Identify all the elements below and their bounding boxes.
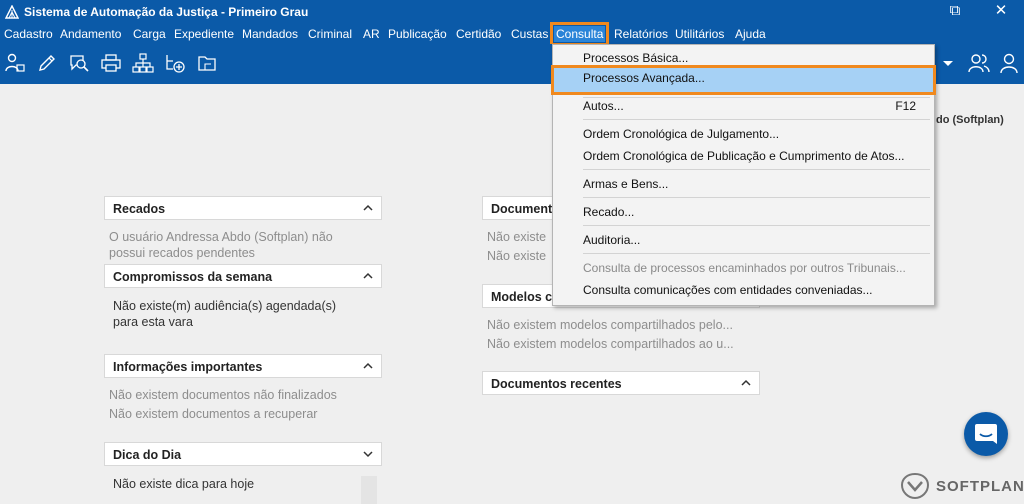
hierarchy-icon[interactable]: [132, 52, 154, 74]
folder-icon[interactable]: [196, 52, 218, 74]
dica-panel-header[interactable]: Dica do Dia: [104, 442, 382, 466]
compromissos-panel-header[interactable]: Compromissos da semana: [104, 264, 382, 288]
search-chat-icon[interactable]: [68, 52, 90, 74]
panel-title: Recados: [113, 202, 166, 216]
menu-separator: [583, 119, 930, 120]
softplan-logo-icon: [900, 472, 930, 500]
shortcut-label: F12: [895, 99, 916, 113]
user-icon[interactable]: [998, 52, 1020, 74]
menu-certidao[interactable]: Certidão: [456, 26, 501, 42]
menu-consulta[interactable]: Consulta: [549, 22, 610, 46]
recados-panel-header[interactable]: Recados: [104, 196, 382, 220]
chevron-up-icon[interactable]: [361, 359, 375, 373]
menu-item-autos[interactable]: Autos...: [583, 99, 624, 113]
menu-item-ordem-publicacao[interactable]: Ordem Cronológica de Publicação e Cumpri…: [583, 149, 905, 163]
dica-text: Não existe dica para hoje: [113, 477, 255, 491]
modelos-text: Não existem modelos compartilhados ao u.…: [487, 337, 734, 351]
menu-item-consulta-tribunais: Consulta de processos encaminhados por o…: [583, 261, 906, 275]
menu-ajuda[interactable]: Ajuda: [735, 26, 766, 42]
close-button[interactable]: ✕: [978, 0, 1024, 24]
softplan-brand: SOFTPLAN: [900, 472, 1024, 500]
menu-relatorios[interactable]: Relatórios: [614, 26, 668, 42]
menu-separator: [583, 225, 930, 226]
menu-separator: [583, 97, 930, 98]
menu-item-auditoria[interactable]: Auditoria...: [583, 233, 640, 247]
menu-ar[interactable]: AR: [363, 26, 380, 42]
menu-item-processos-basica[interactable]: Processos Básica...: [583, 51, 688, 65]
user-key-icon[interactable]: [4, 52, 26, 74]
title-bar: Sistema de Automação da Justiça - Primei…: [0, 0, 1024, 24]
chat-button[interactable]: [964, 412, 1008, 456]
menu-carga[interactable]: Carga: [133, 26, 166, 42]
menu-andamento[interactable]: Andamento: [60, 26, 121, 42]
menu-item-consulta-comunicacoes[interactable]: Consulta comunicações com entidades conv…: [583, 283, 873, 297]
recentes-panel-header[interactable]: Documentos recentes: [482, 371, 760, 395]
panel-title: Compromissos da semana: [113, 270, 273, 284]
chat-bubble-icon: [975, 424, 997, 444]
menu-bar: Cadastro Andamento Carga Expediente Mand…: [0, 22, 1024, 46]
informacoes-text: Não existem documentos a recuperar: [109, 407, 318, 421]
chevron-up-icon[interactable]: [361, 201, 375, 215]
menu-mandados[interactable]: Mandados: [242, 26, 298, 42]
recados-text: possui recados pendentes: [109, 246, 255, 260]
informacoes-panel-header[interactable]: Informações importantes: [104, 354, 382, 378]
menu-criminal[interactable]: Criminal: [308, 26, 352, 42]
menu-separator: [583, 197, 930, 198]
printer-icon[interactable]: [100, 52, 122, 74]
menu-item-armas-bens[interactable]: Armas e Bens...: [583, 177, 668, 191]
menu-item-processos-avancada[interactable]: Processos Avançada...: [583, 71, 705, 85]
edit-icon[interactable]: [36, 52, 58, 74]
recados-text: O usuário Andressa Abdo (Softplan) não: [109, 230, 333, 244]
menu-separator: [583, 169, 930, 170]
chevron-down-icon[interactable]: [361, 447, 375, 461]
brand-name: SOFTPLAN: [936, 478, 1024, 495]
menu-item-recado[interactable]: Recado...: [583, 205, 634, 219]
menu-publicacao[interactable]: Publicação: [388, 26, 447, 42]
app-logo-icon: [5, 5, 19, 19]
dropdown-arrow-icon[interactable]: [938, 52, 960, 74]
scrollbar[interactable]: [361, 476, 377, 504]
panel-title: Dica do Dia: [113, 448, 182, 462]
panel-title: Modelos c: [491, 290, 553, 304]
menu-separator: [583, 253, 930, 254]
menu-expediente[interactable]: Expediente: [174, 26, 234, 42]
menu-item-ordem-julgamento[interactable]: Ordem Cronológica de Julgamento...: [583, 127, 779, 141]
users-icon[interactable]: [968, 52, 990, 74]
menu-utilitarios[interactable]: Utilitários: [675, 26, 724, 42]
modelos-text: Não existem modelos compartilhados pelo.…: [487, 318, 733, 332]
chevron-up-icon[interactable]: [739, 376, 753, 390]
documentos-text: Não existe: [487, 249, 547, 263]
menu-custas[interactable]: Custas: [511, 26, 548, 42]
chevron-up-icon[interactable]: [361, 269, 375, 283]
compromissos-text: para esta vara: [113, 315, 193, 329]
window-title: Sistema de Automação da Justiça - Primei…: [24, 5, 309, 19]
panel-title: Informações importantes: [113, 360, 263, 374]
restore-button[interactable]: ⧉: [932, 0, 978, 24]
documentos-text: Não existe: [487, 230, 547, 244]
informacoes-text: Não existem documentos não finalizados: [109, 388, 337, 402]
panel-title: Document: [491, 202, 553, 216]
add-tree-icon[interactable]: [164, 52, 186, 74]
compromissos-text: Não existe(m) audiência(s) agendada(s): [113, 299, 337, 313]
menu-cadastro[interactable]: Cadastro: [4, 26, 53, 42]
consulta-dropdown-menu: Processos Básica... Processos Avançada..…: [551, 44, 936, 306]
panel-title: Documentos recentes: [491, 377, 622, 391]
user-name-partial: do (Softplan): [936, 114, 1004, 126]
